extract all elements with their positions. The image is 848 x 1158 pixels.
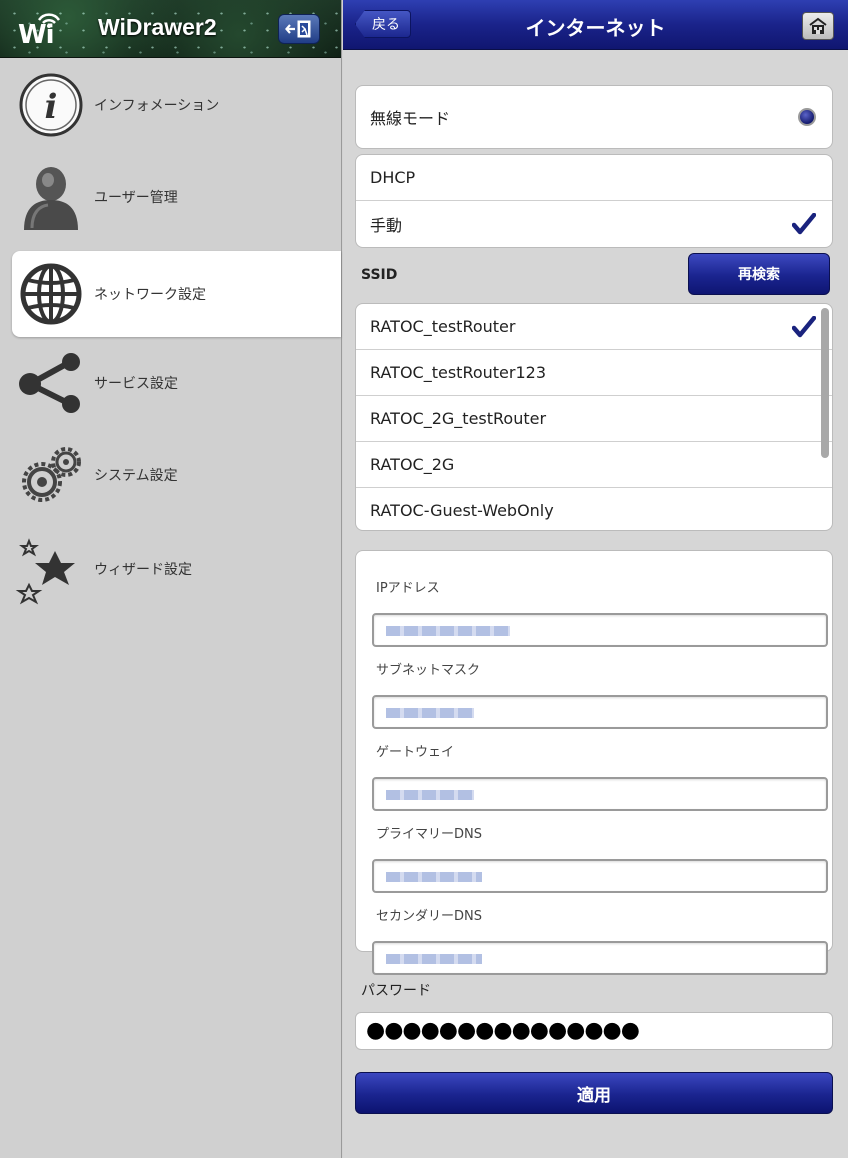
secondary-dns-label: セカンダリーDNS: [376, 909, 482, 924]
subnet-mask-input[interactable]: [372, 695, 828, 729]
sidebar-header: Wi WiDrawer2: [0, 0, 341, 58]
radio-button-selected[interactable]: [798, 108, 816, 126]
sidebar-item-network-settings[interactable]: ネットワーク設定: [12, 251, 341, 337]
secondary-dns-input[interactable]: [372, 941, 828, 975]
ip-mode-option-manual[interactable]: 手動: [356, 201, 832, 247]
redacted-value: [386, 708, 474, 718]
ssid-name: RATOC-Guest-WebOnly: [370, 501, 554, 520]
sidebar-item-wizard-settings[interactable]: ウィザード設定: [12, 526, 341, 612]
logout-button[interactable]: [278, 14, 320, 44]
wireless-mode-label: 無線モード: [370, 109, 451, 128]
primary-dns-label: プライマリーDNS: [376, 827, 482, 842]
sidebar-item-label: インフォメーション: [94, 98, 220, 114]
home-icon: [809, 17, 827, 34]
sidebar-item-label: ウィザード設定: [94, 562, 192, 578]
password-input[interactable]: ●●●●●●●●●●●●●●●: [355, 1012, 833, 1050]
wireless-mode-row[interactable]: 無線モード: [356, 86, 832, 148]
main-panel: 戻る インターネット 無線モード DHCP 手動 SSID 再検索 RATOC_…: [343, 0, 848, 1158]
sidebar-item-label: システム設定: [94, 468, 178, 484]
page-title: インターネット: [525, 16, 666, 40]
sidebar-item-information[interactable]: i インフォメーション: [12, 62, 341, 148]
option-label: 手動: [370, 216, 403, 235]
sidebar: Wi WiDrawer2 i インフォメーション ユーザー管理 ネットワーク設定…: [0, 0, 342, 1158]
ssid-item[interactable]: RATOC_2G: [356, 442, 832, 488]
redacted-value: [386, 954, 482, 964]
stars-icon: [12, 530, 90, 608]
option-label: DHCP: [370, 168, 416, 187]
ssid-name: RATOC_testRouter: [370, 317, 516, 336]
rescan-button[interactable]: 再検索: [688, 253, 830, 295]
ssid-scrollbar[interactable]: [821, 308, 829, 458]
ssid-item[interactable]: RATOC-Guest-WebOnly: [356, 488, 832, 530]
exit-icon: [285, 20, 311, 38]
top-bar: 戻る インターネット: [343, 0, 848, 50]
gateway-label: ゲートウェイ: [376, 745, 455, 760]
sidebar-item-label: ユーザー管理: [94, 190, 178, 206]
ssid-list[interactable]: RATOC_testRouter RATOC_testRouter123 RAT…: [355, 303, 833, 531]
svg-text:i: i: [45, 87, 58, 127]
ip-mode-card: DHCP 手動: [355, 154, 833, 248]
info-icon: i: [12, 66, 90, 144]
subnet-mask-label: サブネットマスク: [376, 663, 481, 678]
home-button[interactable]: [802, 12, 834, 40]
ip-settings-card: IPアドレス サブネットマスク ゲートウェイ プライマリーDNS セカンダリーD…: [355, 550, 833, 975]
redacted-value: [386, 790, 474, 800]
share-icon: [12, 344, 90, 422]
ip-address-label: IPアドレス: [376, 581, 440, 596]
password-label: パスワード: [361, 983, 431, 999]
apply-button[interactable]: 適用: [355, 1072, 833, 1114]
gears-icon: [12, 436, 90, 514]
ssid-name: RATOC_testRouter123: [370, 363, 546, 382]
ssid-name: RATOC_2G: [370, 455, 455, 474]
primary-dns-input[interactable]: [372, 859, 828, 893]
logo-text: Wi: [18, 20, 55, 50]
checkmark-icon: [792, 316, 816, 338]
ssid-label: SSID: [361, 267, 398, 283]
sidebar-item-service-settings[interactable]: サービス設定: [12, 340, 341, 426]
ssid-name: RATOC_2G_testRouter: [370, 409, 547, 428]
sidebar-item-user-management[interactable]: ユーザー管理: [12, 154, 341, 240]
sidebar-item-label: ネットワーク設定: [94, 287, 206, 303]
sidebar-item-system-settings[interactable]: システム設定: [12, 432, 341, 518]
ssid-item[interactable]: RATOC_testRouter123: [356, 350, 832, 396]
redacted-value: [386, 626, 510, 636]
ip-address-input[interactable]: [372, 613, 828, 647]
sidebar-item-label: サービス設定: [94, 376, 178, 392]
wireless-mode-card: 無線モード: [355, 85, 833, 149]
globe-icon: [12, 255, 90, 333]
ssid-item[interactable]: RATOC_2G_testRouter: [356, 396, 832, 442]
ip-mode-option-dhcp[interactable]: DHCP: [356, 155, 832, 201]
redacted-value: [386, 872, 482, 882]
ssid-item[interactable]: RATOC_testRouter: [356, 304, 832, 350]
app-title: WiDrawer2: [98, 14, 217, 40]
user-icon: [12, 158, 90, 236]
checkmark-icon: [792, 213, 816, 235]
wifi-logo: Wi: [14, 8, 84, 52]
gateway-input[interactable]: [372, 777, 828, 811]
